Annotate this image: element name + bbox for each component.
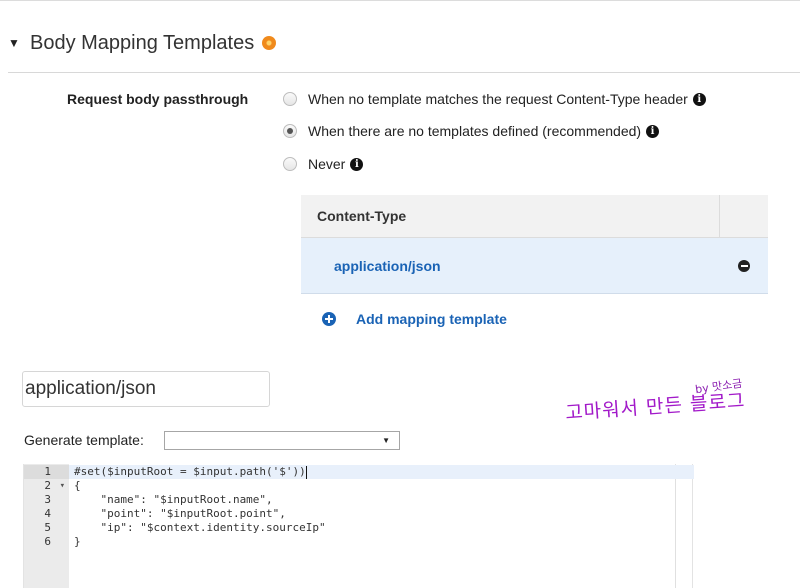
radio-button-checked[interactable] <box>283 124 297 138</box>
add-icon <box>322 312 336 326</box>
line-number: 3 <box>44 493 51 506</box>
code-line[interactable]: 6 } <box>24 535 694 549</box>
watermark-text: 고마워서 만든 블로그 <box>564 389 747 425</box>
actions-column-header <box>720 195 768 237</box>
code-text: "name": "$inputRoot.name", <box>74 493 273 506</box>
code-line[interactable]: 4 "point": "$inputRoot.point", <box>24 507 694 521</box>
passthrough-option-when-no-match[interactable]: When no template matches the request Con… <box>283 91 706 107</box>
radio-button[interactable] <box>283 92 297 106</box>
info-icon[interactable]: i <box>646 124 660 138</box>
line-number: 6 <box>44 535 51 548</box>
content-type-table: Content-Type application/json <box>301 195 768 294</box>
content-type-input[interactable] <box>22 371 270 407</box>
radio-button[interactable] <box>283 157 297 171</box>
top-divider <box>0 0 800 3</box>
caret-down-icon: ▼ <box>8 36 20 50</box>
code-line[interactable]: 2 ▾ { <box>24 479 694 493</box>
line-number: 4 <box>44 507 51 520</box>
line-number: 2 ▾ <box>44 479 65 493</box>
passthrough-option-never[interactable]: Never i <box>283 156 364 172</box>
passthrough-label: Request body passthrough <box>67 91 249 107</box>
line-number: 1 <box>24 465 69 479</box>
option-label: Never <box>308 156 346 172</box>
passthrough-option-when-no-templates[interactable]: When there are no templates defined (rec… <box>283 123 660 139</box>
text-cursor <box>305 465 307 479</box>
table-row[interactable]: application/json <box>301 238 768 294</box>
info-icon[interactable]: i <box>692 92 706 106</box>
fold-toggle-icon[interactable]: ▾ <box>60 479 65 493</box>
code-text: #set($inputRoot = $input.path('$')) <box>74 465 307 479</box>
code-text: { <box>74 479 81 492</box>
template-code-editor[interactable]: 1 #set($inputRoot = $input.path('$')) 2 ▾… <box>23 464 694 588</box>
remove-icon[interactable] <box>738 259 750 272</box>
code-text: "point": "$inputRoot.point", <box>74 507 286 520</box>
content-type-table-header: Content-Type <box>301 195 768 238</box>
code-line[interactable]: 5 "ip": "$context.identity.sourceIp" <box>24 521 694 535</box>
section-title: Body Mapping Templates <box>30 31 255 54</box>
dropdown-arrow-icon: ▼ <box>382 436 390 445</box>
code-text: } <box>74 535 81 548</box>
add-mapping-template-label: Add mapping template <box>356 311 507 327</box>
generate-template-select[interactable]: ▼ <box>164 431 400 450</box>
content-type-column-header: Content-Type <box>301 195 720 237</box>
orange-indicator-icon <box>262 36 277 50</box>
add-mapping-template-button[interactable]: Add mapping template <box>322 311 507 327</box>
info-icon[interactable]: i <box>350 157 364 171</box>
line-number: 5 <box>44 521 51 534</box>
code-line[interactable]: 1 #set($inputRoot = $input.path('$')) <box>24 465 694 479</box>
section-divider <box>8 72 800 73</box>
option-label: When there are no templates defined (rec… <box>308 123 642 139</box>
content-type-link[interactable]: application/json <box>301 258 738 274</box>
generate-template-label: Generate template: <box>24 432 144 448</box>
body-mapping-templates-toggle[interactable]: ▼ Body Mapping Templates <box>8 26 277 60</box>
code-text: "ip": "$context.identity.sourceIp" <box>74 521 326 534</box>
code-line[interactable]: 3 "name": "$inputRoot.name", <box>24 493 694 507</box>
option-label: When no template matches the request Con… <box>308 91 688 107</box>
